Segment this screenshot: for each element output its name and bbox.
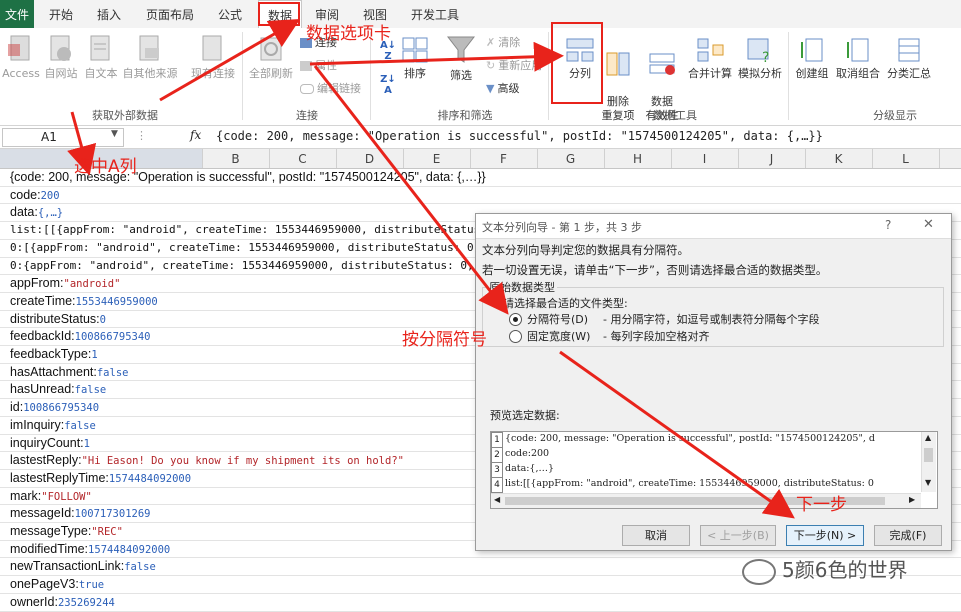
annotation-next: 下一步 — [796, 495, 847, 515]
arrow-to-split — [309, 41, 564, 72]
wechat-icon — [742, 558, 776, 585]
watermark: 5颜6色的世界 — [742, 554, 907, 585]
arrow-to-data-tab — [159, 18, 301, 102]
annotation-data-tab: 数据选项卡 — [306, 24, 391, 44]
watermark-text: 5颜6色的世界 — [782, 558, 908, 582]
annotation-select-col: 选中A列 — [74, 157, 137, 177]
arrow-to-next — [559, 350, 795, 519]
annotation-arrows — [67, 18, 795, 519]
annotation-delimiter: 按分隔符号 — [402, 330, 487, 350]
arrow-to-delimited — [313, 65, 509, 315]
